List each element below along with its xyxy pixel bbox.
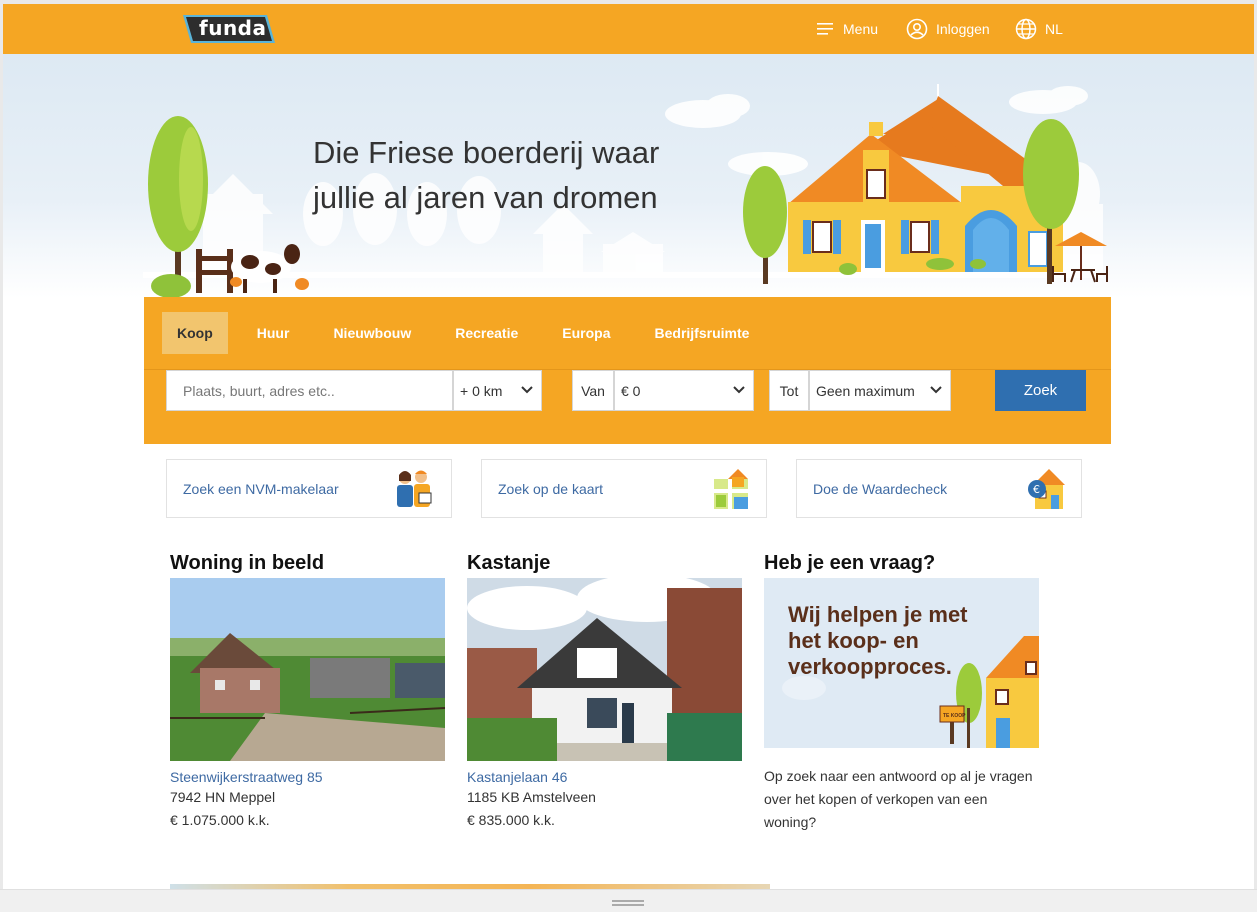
svg-text:€: €: [1033, 483, 1040, 496]
price-to-value: Geen maximum: [816, 382, 915, 399]
tab-huur[interactable]: Huur: [242, 312, 305, 354]
language-label: NL: [1045, 21, 1063, 37]
banner-sign-text: TE KOOP: [943, 713, 966, 719]
radius-select[interactable]: + 0 km: [453, 370, 542, 411]
tab-bedrijfsruimte[interactable]: Bedrijfsruimte: [640, 312, 765, 354]
menu-label: Menu: [843, 21, 879, 37]
listing-photo[interactable]: [170, 578, 445, 761]
globe-icon: [1015, 18, 1037, 40]
place-field: [166, 370, 453, 411]
top-navigation-bar: funda Menu Inloggen NL: [3, 4, 1254, 54]
menu-button[interactable]: Menu: [817, 18, 878, 40]
hamburger-icon: [817, 23, 833, 35]
card-heading: Woning in beeld: [170, 552, 325, 574]
hero-banner: Die Friese boerderij waar jullie al jare…: [3, 54, 1254, 298]
hero-title-line2: jullie al jaren van dromen: [313, 180, 658, 215]
logo-text: funda: [199, 16, 267, 40]
tab-recreatie[interactable]: Recreatie: [440, 312, 533, 354]
find-agent-link[interactable]: Zoek een NVM-makelaar: [166, 459, 452, 518]
price-from-value: € 0: [621, 382, 641, 399]
agents-icon: [397, 470, 432, 507]
house-value-icon: €: [1028, 469, 1065, 509]
banner-text-line3: verkoopproces.: [788, 654, 952, 679]
search-panel: Koop Huur Nieuwbouw Recreatie Europa Bed…: [144, 297, 1111, 444]
listing-price: € 835.000 k.k.: [467, 812, 555, 828]
page-frame: funda Menu Inloggen NL Die Friese boerde…: [3, 4, 1254, 889]
listing-photo[interactable]: [467, 578, 742, 761]
value-check-label: Doe de Waardecheck: [813, 481, 948, 497]
price-to-select[interactable]: Geen maximum: [809, 370, 951, 411]
tab-nieuwbouw[interactable]: Nieuwbouw: [318, 312, 426, 354]
login-label: Inloggen: [936, 21, 990, 37]
price-to-label: Tot: [769, 370, 809, 411]
banner-text-line2: het koop- en: [788, 628, 919, 653]
value-check-link[interactable]: Doe de Waardecheck €: [796, 459, 1082, 518]
find-agent-label: Zoek een NVM-makelaar: [183, 481, 339, 497]
featured-listing-card: Kastanje Kastanjelaan 46 1185 KB Amstelv…: [467, 549, 742, 832]
map-search-link[interactable]: Zoek op de kaart: [481, 459, 767, 518]
chevron-down-icon: [930, 386, 942, 394]
radius-value: + 0 km: [460, 382, 503, 399]
price-from-select[interactable]: € 0: [614, 370, 754, 411]
tab-europa[interactable]: Europa: [547, 312, 625, 354]
map-icon: [714, 469, 748, 509]
help-banner[interactable]: Wij helpen je met het koop- en verkooppr…: [764, 578, 1039, 761]
banner-text-line1: Wij helpen je met: [788, 602, 968, 627]
hero-title-line1: Die Friese boerderij waar: [313, 135, 660, 170]
login-button[interactable]: Inloggen: [906, 18, 990, 40]
listing-city: 1185 KB Amstelveen: [467, 789, 596, 805]
search-submit-button[interactable]: Zoek: [995, 370, 1086, 411]
place-search-input[interactable]: [183, 382, 443, 399]
scroll-drag-handle[interactable]: [0, 889, 1257, 912]
help-banner-illustration: Wij helpen je met het koop- en verkooppr…: [764, 578, 1039, 761]
price-from-label: Van: [572, 370, 614, 411]
tab-koop[interactable]: Koop: [162, 312, 228, 354]
listing-address-link[interactable]: Kastanjelaan 46: [467, 768, 742, 786]
chevron-down-icon: [521, 386, 533, 394]
listing-address-link[interactable]: Steenwijkerstraatweg 85: [170, 768, 445, 786]
user-icon: [906, 18, 928, 40]
help-description: Op zoek naar een antwoord op al je vrage…: [764, 768, 1033, 830]
chevron-down-icon: [733, 386, 745, 394]
map-search-label: Zoek op de kaart: [498, 481, 604, 497]
card-heading: Heb je een vraag?: [764, 552, 936, 574]
listing-price: € 1.075.000 k.k.: [170, 812, 270, 828]
card-heading: Kastanje: [467, 552, 551, 574]
help-card: Heb je een vraag? Wij helpen je met het …: [764, 549, 1039, 834]
featured-listing-card: Woning in beeld Steenwijkerstraatweg 85: [170, 549, 445, 832]
search-tabs: Koop Huur Nieuwbouw Recreatie Europa Bed…: [162, 312, 778, 354]
grip-icon: [612, 900, 644, 906]
language-button[interactable]: NL: [1015, 18, 1063, 40]
hero-title: Die Friese boerderij waar jullie al jare…: [313, 130, 733, 220]
farmhouse-photo: [170, 578, 445, 761]
listing-city: 7942 HN Meppel: [170, 789, 276, 805]
house-photo: [467, 578, 742, 761]
